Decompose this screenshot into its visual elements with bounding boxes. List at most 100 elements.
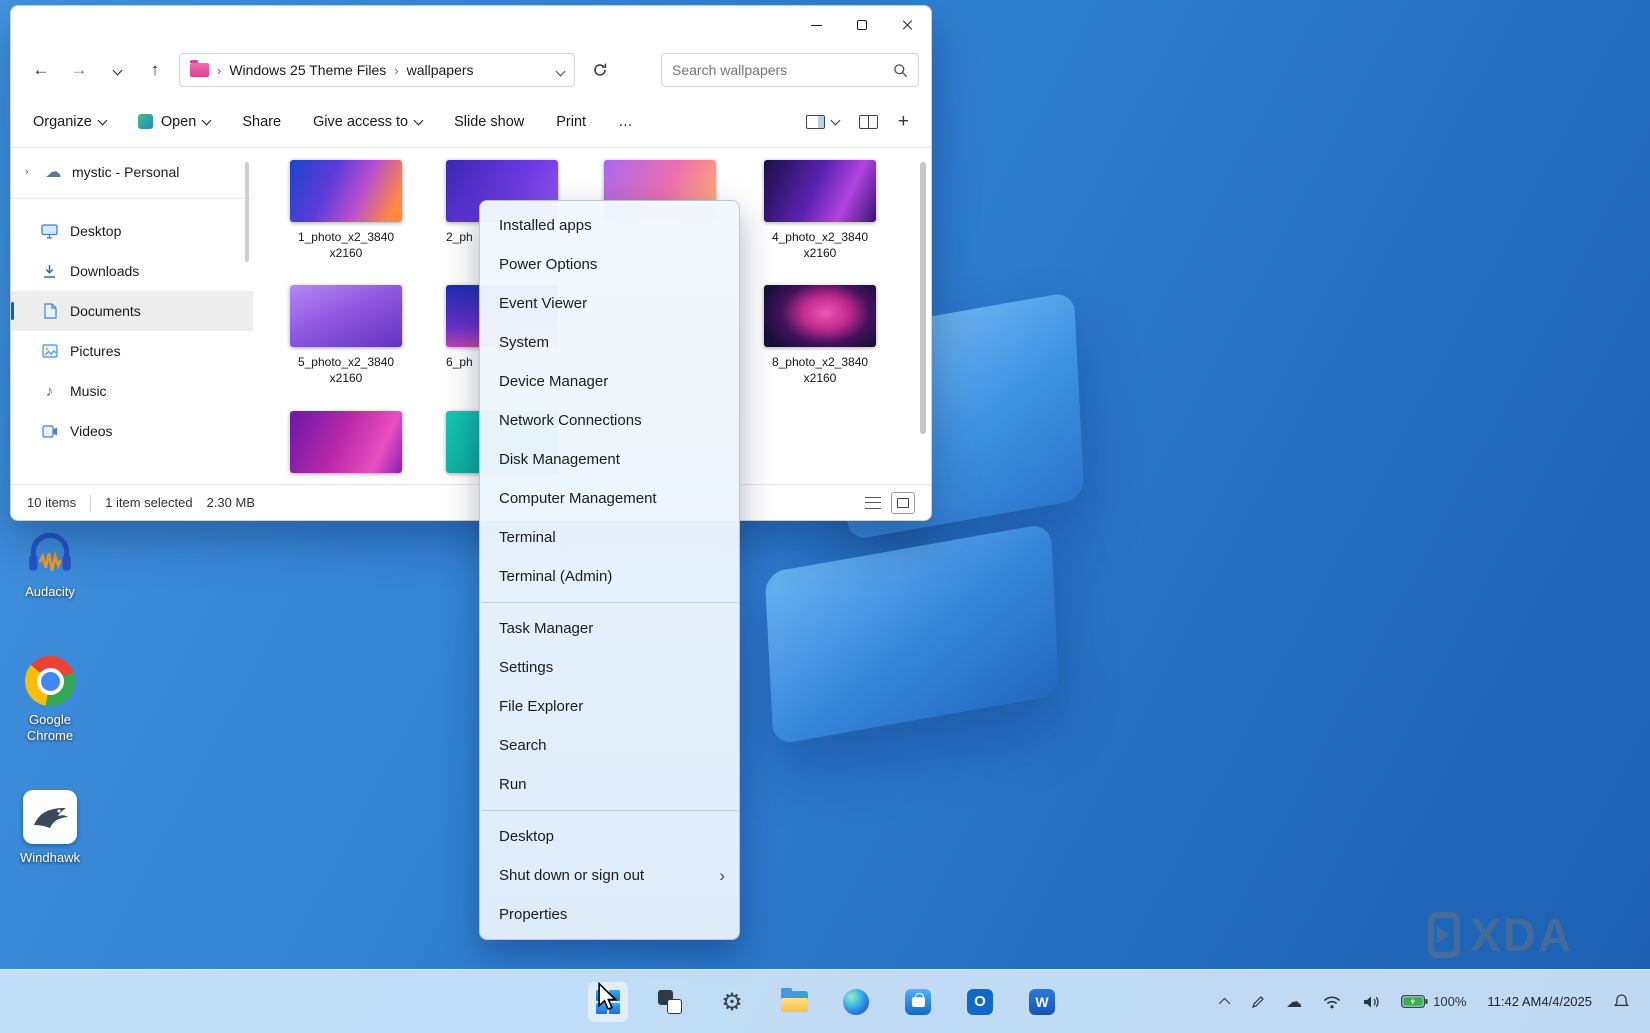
shortcut-label: Audacity xyxy=(25,584,75,600)
settings-button[interactable]: ⚙ xyxy=(712,982,752,1022)
menu-item-terminal-admin[interactable]: Terminal (Admin) xyxy=(480,557,739,596)
sidebar-item-desktop[interactable]: Desktop xyxy=(11,211,253,251)
sidebar-item-onedrive[interactable]: › ☁ mystic - Personal xyxy=(11,154,253,190)
search-icon[interactable] xyxy=(893,63,908,78)
menu-item-device-manager[interactable]: Device Manager xyxy=(480,362,739,401)
sidebar-item-downloads[interactable]: Downloads xyxy=(11,251,253,291)
sidebar-item-music[interactable]: ♪ Music xyxy=(11,371,253,411)
word-button[interactable] xyxy=(1022,982,1062,1022)
open-button[interactable]: Open xyxy=(138,114,210,130)
task-view-button[interactable] xyxy=(650,982,690,1022)
store-button[interactable] xyxy=(898,982,938,1022)
wallpaper-thumbnail[interactable] xyxy=(764,160,876,222)
print-label: Print xyxy=(556,114,586,130)
view-toggles xyxy=(865,492,915,514)
file-item[interactable]: 1_photo_x2_3840x2160 xyxy=(271,160,421,261)
organize-label: Organize xyxy=(33,114,92,130)
share-button[interactable]: Share xyxy=(242,114,281,130)
slide-show-label: Slide show xyxy=(454,114,524,130)
battery-tray-button[interactable]: 100% xyxy=(1397,982,1470,1022)
address-dropdown-button[interactable] xyxy=(557,62,564,78)
menu-item-power-options[interactable]: Power Options xyxy=(480,245,739,284)
details-pane-button[interactable] xyxy=(859,115,878,129)
menu-item-disk-management[interactable]: Disk Management xyxy=(480,440,739,479)
xda-watermark-text: XDA xyxy=(1470,908,1573,962)
file-item[interactable] xyxy=(271,411,421,480)
new-item-button[interactable]: + xyxy=(898,111,909,133)
give-access-button[interactable]: Give access to xyxy=(313,114,422,130)
close-button[interactable] xyxy=(885,6,931,44)
menu-item-event-viewer[interactable]: Event Viewer xyxy=(480,284,739,323)
menu-item-desktop[interactable]: Desktop xyxy=(480,817,739,856)
file-item[interactable]: 4_photo_x2_3840x2160 xyxy=(745,160,895,261)
menu-item-network-connections[interactable]: Network Connections xyxy=(480,401,739,440)
history-dropdown-button[interactable] xyxy=(103,56,131,84)
file-item[interactable]: 5_photo_x2_3840x2160 xyxy=(271,285,421,386)
preview-pane-button[interactable] xyxy=(806,115,839,129)
sidebar-scrollbar[interactable] xyxy=(245,162,249,262)
menu-item-computer-management[interactable]: Computer Management xyxy=(480,479,739,518)
taskbar-center: ⚙ xyxy=(588,970,1062,1033)
menu-item-installed-apps[interactable]: Installed apps xyxy=(480,206,739,245)
menu-item-task-manager[interactable]: Task Manager xyxy=(480,609,739,648)
tray-overflow-button[interactable] xyxy=(1218,982,1234,1022)
files-scrollbar[interactable] xyxy=(920,162,926,434)
menu-item-system[interactable]: System xyxy=(480,323,739,362)
menu-item-terminal[interactable]: Terminal xyxy=(480,518,739,557)
file-explorer-button[interactable] xyxy=(774,982,814,1022)
edge-icon xyxy=(843,989,869,1015)
clock[interactable]: 11:42 AM 4/4/2025 xyxy=(1483,982,1596,1022)
large-icons-view-button[interactable] xyxy=(891,492,915,514)
wallpaper-windows-logo-pane-bottom xyxy=(765,523,1060,745)
print-button[interactable]: Print xyxy=(556,114,586,130)
minimize-button[interactable] xyxy=(793,6,839,44)
outlook-button[interactable] xyxy=(960,982,1000,1022)
file-item[interactable]: 8_photo_x2_3840x2160 xyxy=(745,285,895,386)
menu-item-run[interactable]: Run xyxy=(480,765,739,804)
sidebar-item-documents[interactable]: Documents xyxy=(11,291,253,331)
volume-tray-button[interactable] xyxy=(1358,982,1384,1022)
up-button[interactable]: ↑ xyxy=(141,56,169,84)
desktop-shortcut-chrome[interactable]: Google Chrome xyxy=(4,656,96,744)
pen-tray-button[interactable] xyxy=(1247,982,1269,1022)
wallpaper-thumbnail[interactable] xyxy=(290,160,402,222)
onedrive-tray-button[interactable]: ☁ xyxy=(1282,982,1306,1022)
titlebar[interactable] xyxy=(11,6,931,44)
view-controls: + xyxy=(806,111,909,133)
menu-item-properties[interactable]: Properties xyxy=(480,895,739,934)
give-access-label: Give access to xyxy=(313,114,408,130)
maximize-button[interactable] xyxy=(839,6,885,44)
sidebar-item-videos[interactable]: Videos xyxy=(11,411,253,451)
windhawk-icon xyxy=(23,790,77,844)
menu-item-file-explorer[interactable]: File Explorer xyxy=(480,687,739,726)
sidebar-item-pictures[interactable]: Pictures xyxy=(11,331,253,371)
taskbar: ⚙ ☁ xyxy=(0,969,1650,1033)
desktop-shortcut-windhawk[interactable]: Windhawk xyxy=(4,790,96,866)
breadcrumb-segment-wallpapers[interactable]: wallpapers xyxy=(407,62,474,78)
wallpaper-thumbnail[interactable] xyxy=(290,285,402,347)
menu-item-search[interactable]: Search xyxy=(480,726,739,765)
more-options-button[interactable]: … xyxy=(618,114,633,130)
refresh-button[interactable] xyxy=(585,55,615,85)
breadcrumb-segment-theme-files[interactable]: Windows 25 Theme Files xyxy=(229,62,386,78)
back-button[interactable]: ← xyxy=(27,56,55,84)
edge-button[interactable] xyxy=(836,982,876,1022)
details-view-icon[interactable] xyxy=(865,497,881,509)
desktop-shortcut-audacity[interactable]: Audacity xyxy=(4,528,96,600)
expander-chevron-icon[interactable]: › xyxy=(25,166,35,178)
slide-show-button[interactable]: Slide show xyxy=(454,114,524,130)
file-name: 1_photo_x2_3840x2160 xyxy=(271,229,421,261)
menu-item-settings[interactable]: Settings xyxy=(480,648,739,687)
forward-button[interactable]: → xyxy=(65,56,93,84)
search-input[interactable] xyxy=(672,62,893,78)
menu-item-shutdown[interactable]: Shut down or sign out› xyxy=(480,856,739,895)
wifi-tray-button[interactable] xyxy=(1319,982,1345,1022)
battery-percent: 100% xyxy=(1433,994,1466,1009)
organize-button[interactable]: Organize xyxy=(33,114,106,130)
breadcrumb[interactable]: Windows 25 Theme Files wallpapers xyxy=(179,53,575,87)
wallpaper-thumbnail[interactable] xyxy=(764,285,876,347)
selection-count: 1 item selected xyxy=(105,495,192,510)
navigation-bar: ← → ↑ Windows 25 Theme Files wallpapers xyxy=(11,44,931,96)
notification-center-button[interactable] xyxy=(1609,982,1634,1022)
wallpaper-thumbnail[interactable] xyxy=(290,411,402,473)
